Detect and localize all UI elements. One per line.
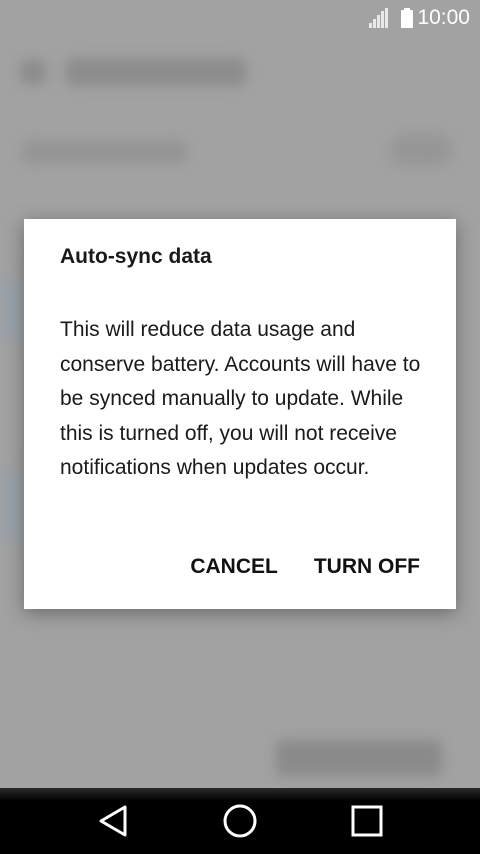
signal-icon	[369, 8, 389, 28]
auto-sync-dialog: Auto-sync data This will reduce data usa…	[24, 219, 456, 609]
turn-off-button[interactable]: TURN OFF	[302, 551, 432, 583]
dialog-title: Auto-sync data	[60, 245, 212, 268]
home-icon[interactable]	[210, 791, 270, 851]
background-list-accent-1	[6, 280, 16, 340]
battery-icon	[401, 8, 414, 28]
background-list-accent-2	[6, 470, 16, 540]
cancel-button[interactable]: CANCEL	[178, 551, 290, 583]
background-row-toggle	[390, 134, 452, 166]
status-bar: 10:00	[0, 0, 480, 36]
status-time: 10:00	[417, 6, 470, 29]
navigation-bar	[0, 788, 480, 854]
dialog-message: This will reduce data usage and conserve…	[60, 318, 421, 479]
dialog-actions: CANCEL TURN OFF	[178, 551, 432, 583]
recents-icon[interactable]	[337, 791, 397, 851]
background-bottom-button	[276, 740, 442, 776]
background-header-title	[66, 58, 246, 86]
back-icon[interactable]	[83, 791, 143, 851]
background-row-label	[22, 140, 187, 164]
background-header-icon	[20, 60, 46, 84]
